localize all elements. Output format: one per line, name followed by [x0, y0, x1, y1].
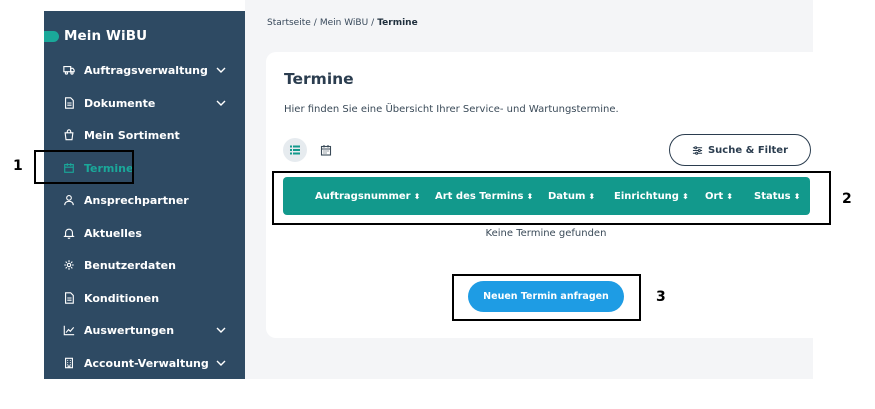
truck-icon	[62, 63, 76, 77]
empty-state-message: Keine Termine gefunden	[485, 228, 607, 239]
document-icon	[62, 96, 76, 110]
sidebar-item-label: Auftragsverwaltung	[84, 63, 208, 77]
sliders-icon	[692, 145, 703, 155]
annotation-box-2	[272, 171, 831, 225]
sidebar-item-label: Ansprechpartner	[84, 193, 189, 207]
brand-title: Mein WiBU	[64, 28, 148, 44]
sidebar-item-konditionen[interactable]: Konditionen	[44, 287, 245, 309]
sidebar-item-label: Account-Verwaltung	[84, 356, 209, 370]
annotation-number-3: 3	[656, 289, 666, 305]
breadcrumb-separator: /	[371, 18, 375, 28]
chevron-down-icon[interactable]	[215, 324, 227, 336]
breadcrumb-separator: /	[313, 18, 317, 28]
search-filter-label: Suche & Filter	[707, 144, 788, 156]
breadcrumb-current: Termine	[377, 18, 418, 28]
brand-logo-mark	[44, 30, 59, 42]
sidebar-item-label: Dokumente	[84, 96, 156, 110]
sidebar-item-label: Mein Sortiment	[84, 128, 180, 142]
page-title: Termine	[284, 70, 354, 88]
search-filter-button[interactable]: Suche & Filter	[669, 134, 811, 166]
breadcrumb-link-startseite[interactable]: Startseite	[267, 18, 311, 28]
page-description: Hier finden Sie eine Übersicht Ihrer Ser…	[284, 104, 619, 115]
chevron-down-icon[interactable]	[215, 357, 227, 369]
chevron-down-icon[interactable]	[215, 97, 227, 109]
sidebar-item-auswertungen[interactable]: Auswertungen	[44, 319, 245, 341]
annotation-box-3	[452, 274, 641, 321]
list-view-icon	[290, 145, 300, 155]
chevron-down-icon[interactable]	[215, 64, 227, 76]
building-icon	[62, 356, 76, 370]
sidebar-item-dokumente[interactable]: Dokumente	[44, 92, 245, 114]
chart-icon	[62, 323, 76, 337]
document-icon	[62, 291, 76, 305]
sidebar-item-auftragsverwaltung[interactable]: Auftragsverwaltung	[44, 59, 245, 81]
settings-icon	[62, 258, 76, 272]
sidebar-item-label: Konditionen	[84, 291, 160, 305]
annotation-number-1: 1	[13, 158, 23, 174]
sidebar-item-aktuelles[interactable]: Aktuelles	[44, 222, 245, 244]
bell-icon	[62, 226, 76, 240]
sidebar-item-account-verwaltung[interactable]: Account-Verwaltung	[44, 352, 245, 374]
breadcrumb-link-mein-wibu[interactable]: Mein WiBU	[320, 18, 368, 28]
annotation-number-2: 2	[842, 191, 852, 207]
sidebar-item-label: Aktuelles	[84, 226, 142, 240]
sidebar-item-mein-sortiment[interactable]: Mein Sortiment	[44, 124, 245, 146]
sidebar: Mein WiBU Auftragsverwaltung Dokumente M…	[44, 11, 245, 379]
calendar-view-icon	[320, 145, 332, 156]
breadcrumb: Startseite / Mein WiBU / Termine	[267, 18, 418, 28]
screenshot-root: Mein WiBU Auftragsverwaltung Dokumente M…	[0, 0, 875, 409]
sidebar-item-label: Benutzerdaten	[84, 258, 176, 272]
calendar-view-toggle[interactable]	[319, 143, 333, 157]
annotation-box-1	[34, 150, 134, 184]
brand[interactable]: Mein WiBU	[44, 25, 147, 47]
shopping-bag-icon	[62, 128, 76, 142]
sidebar-item-benutzerdaten[interactable]: Benutzerdaten	[44, 254, 245, 276]
list-view-toggle[interactable]	[283, 138, 307, 162]
sidebar-item-label: Auswertungen	[84, 323, 175, 337]
sidebar-item-ansprechpartner[interactable]: Ansprechpartner	[44, 189, 245, 211]
person-icon	[62, 193, 76, 207]
